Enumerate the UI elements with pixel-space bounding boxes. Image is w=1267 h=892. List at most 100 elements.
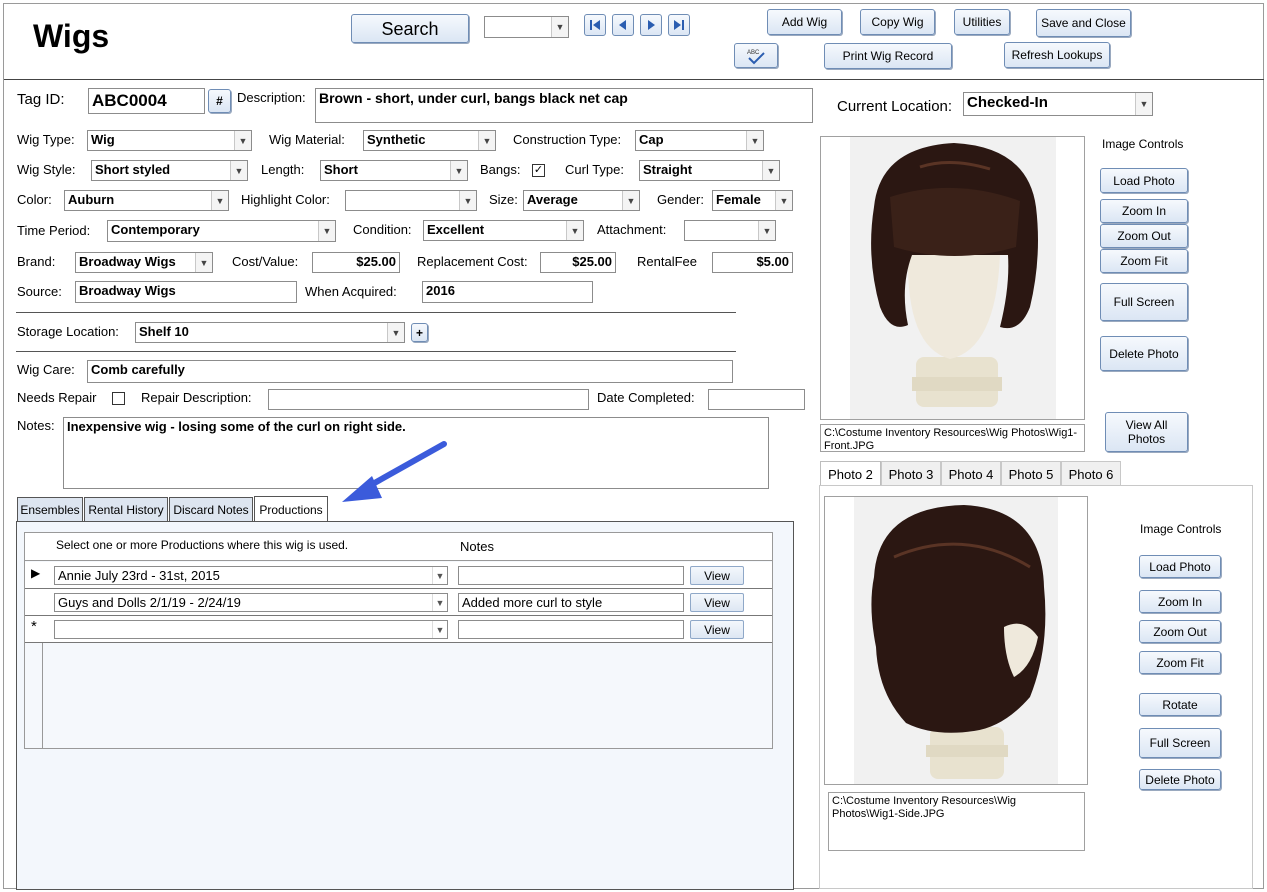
search-combo[interactable]: ▼: [484, 16, 569, 38]
construction-type-combo[interactable]: Cap ▼: [635, 130, 764, 151]
zoom-in-button[interactable]: Zoom In: [1139, 590, 1221, 613]
full-screen-button[interactable]: Full Screen: [1139, 728, 1221, 758]
checkmark-icon: ✓: [533, 164, 544, 176]
zoom-in-button[interactable]: Zoom In: [1100, 199, 1188, 223]
repair-description-field[interactable]: [268, 389, 589, 410]
previous-record-button[interactable]: [612, 14, 634, 36]
construction-type-label: Construction Type:: [513, 132, 622, 147]
delete-photo-button[interactable]: Delete Photo: [1139, 769, 1221, 790]
chevron-down-icon: ▼: [746, 131, 763, 150]
first-record-button[interactable]: [584, 14, 606, 36]
gender-value: Female: [716, 192, 761, 207]
full-screen-button[interactable]: Full Screen: [1100, 283, 1188, 321]
production-combo[interactable]: Guys and Dolls 2/1/19 - 2/24/19 ▼: [54, 593, 448, 612]
zoom-fit-button[interactable]: Zoom Fit: [1139, 651, 1221, 674]
needs-repair-checkbox[interactable]: [112, 392, 125, 405]
load-photo-button[interactable]: Load Photo: [1139, 555, 1221, 578]
tag-id-hash-button[interactable]: #: [208, 89, 231, 113]
tab-photo-2[interactable]: Photo 2: [820, 461, 881, 486]
view-production-button[interactable]: View: [690, 620, 744, 639]
bangs-checkbox[interactable]: ✓: [532, 164, 545, 177]
chevron-down-icon: ▼: [432, 567, 447, 584]
condition-combo[interactable]: Excellent ▼: [423, 220, 584, 241]
color-combo[interactable]: Auburn ▼: [64, 190, 229, 211]
view-all-photos-button[interactable]: View All Photos: [1105, 412, 1188, 452]
description-field[interactable]: Brown - short, under curl, bangs black n…: [315, 88, 813, 123]
zoom-fit-button[interactable]: Zoom Fit: [1100, 249, 1188, 273]
highlight-color-label: Highlight Color:: [241, 192, 330, 207]
needs-repair-label: Needs Repair: [17, 390, 97, 405]
chevron-down-icon: ▼: [211, 191, 228, 210]
color-value: Auburn: [68, 192, 115, 207]
curl-type-combo[interactable]: Straight ▼: [639, 160, 780, 181]
highlight-color-combo[interactable]: ▼: [345, 190, 477, 211]
delete-photo-button[interactable]: Delete Photo: [1100, 336, 1188, 371]
replacement-cost-field[interactable]: $25.00: [540, 252, 616, 273]
tag-id-field[interactable]: ABC0004: [88, 88, 205, 114]
tab-productions[interactable]: Productions: [254, 496, 328, 522]
tab-ensembles[interactable]: Ensembles: [17, 497, 83, 521]
tab-photo-5[interactable]: Photo 5: [1001, 461, 1061, 486]
image-controls-title: Image Controls: [1140, 522, 1222, 536]
refresh-lookups-button[interactable]: Refresh Lookups: [1004, 42, 1110, 68]
wig-type-combo[interactable]: Wig ▼: [87, 130, 252, 151]
print-wig-record-button[interactable]: Print Wig Record: [824, 43, 952, 69]
photo-front-frame[interactable]: [820, 136, 1085, 420]
bangs-label: Bangs:: [480, 162, 521, 177]
next-record-button[interactable]: [640, 14, 662, 36]
search-button[interactable]: Search: [351, 14, 469, 43]
production-combo[interactable]: ▼: [54, 620, 448, 639]
when-acquired-field[interactable]: 2016: [422, 281, 593, 303]
length-label: Length:: [261, 162, 305, 177]
source-field[interactable]: Broadway Wigs: [75, 281, 297, 303]
current-location-combo[interactable]: Checked-In ▼: [963, 92, 1153, 116]
tab-photo-6[interactable]: Photo 6: [1061, 461, 1121, 486]
chevron-down-icon: ▼: [234, 131, 251, 150]
curl-type-label: Curl Type:: [565, 162, 625, 177]
production-combo[interactable]: Annie July 23rd - 31st, 2015 ▼: [54, 566, 448, 585]
utilities-button[interactable]: Utilities: [954, 9, 1010, 35]
zoom-out-button[interactable]: Zoom Out: [1139, 620, 1221, 643]
view-production-button[interactable]: View: [690, 566, 744, 585]
tab-discard-notes[interactable]: Discard Notes: [169, 497, 253, 521]
zoom-out-button[interactable]: Zoom Out: [1100, 224, 1188, 248]
wig-material-label: Wig Material:: [269, 132, 345, 147]
chevron-down-icon: ▼: [551, 17, 568, 37]
cost-value-field[interactable]: $25.00: [312, 252, 400, 273]
storage-location-combo[interactable]: Shelf 10 ▼: [135, 322, 405, 343]
rental-fee-field[interactable]: $5.00: [712, 252, 793, 273]
load-photo-button[interactable]: Load Photo: [1100, 168, 1188, 193]
wig-style-combo[interactable]: Short styled ▼: [91, 160, 248, 181]
attachment-combo[interactable]: ▼: [684, 220, 776, 241]
gender-combo[interactable]: Female ▼: [712, 190, 793, 211]
header-divider: [4, 79, 1264, 80]
date-completed-field[interactable]: [708, 389, 805, 410]
wig-care-field[interactable]: Comb carefully: [87, 360, 733, 383]
section-divider: [16, 351, 736, 352]
time-period-combo[interactable]: Contemporary ▼: [107, 220, 336, 242]
current-record-icon: ▶: [31, 566, 41, 580]
add-wig-button[interactable]: Add Wig: [767, 9, 842, 35]
tab-rental-history[interactable]: Rental History: [84, 497, 168, 521]
spellcheck-button[interactable]: ABC: [734, 43, 778, 68]
photo-side-frame[interactable]: [824, 496, 1088, 785]
save-close-button[interactable]: Save and Close: [1036, 9, 1131, 37]
add-storage-location-button[interactable]: +: [411, 323, 428, 342]
length-combo[interactable]: Short ▼: [320, 160, 468, 181]
wig-material-combo[interactable]: Synthetic ▼: [363, 130, 496, 151]
last-record-button[interactable]: [668, 14, 690, 36]
production-notes-field[interactable]: [458, 620, 684, 639]
wig-front-image: [850, 137, 1056, 419]
rotate-button[interactable]: Rotate: [1139, 693, 1221, 716]
brand-combo[interactable]: Broadway Wigs ▼: [75, 252, 213, 273]
production-notes-field[interactable]: Added more curl to style: [458, 593, 684, 612]
production-notes-field[interactable]: [458, 566, 684, 585]
copy-wig-button[interactable]: Copy Wig: [860, 9, 935, 35]
size-combo[interactable]: Average ▼: [523, 190, 640, 211]
annotation-arrow-icon: [342, 441, 447, 502]
tab-photo-3[interactable]: Photo 3: [881, 461, 941, 486]
tab-photo-4[interactable]: Photo 4: [941, 461, 1001, 486]
view-production-button[interactable]: View: [690, 593, 744, 612]
wig-care-label: Wig Care:: [17, 362, 75, 377]
production-value: Guys and Dolls 2/1/19 - 2/24/19: [58, 595, 241, 610]
